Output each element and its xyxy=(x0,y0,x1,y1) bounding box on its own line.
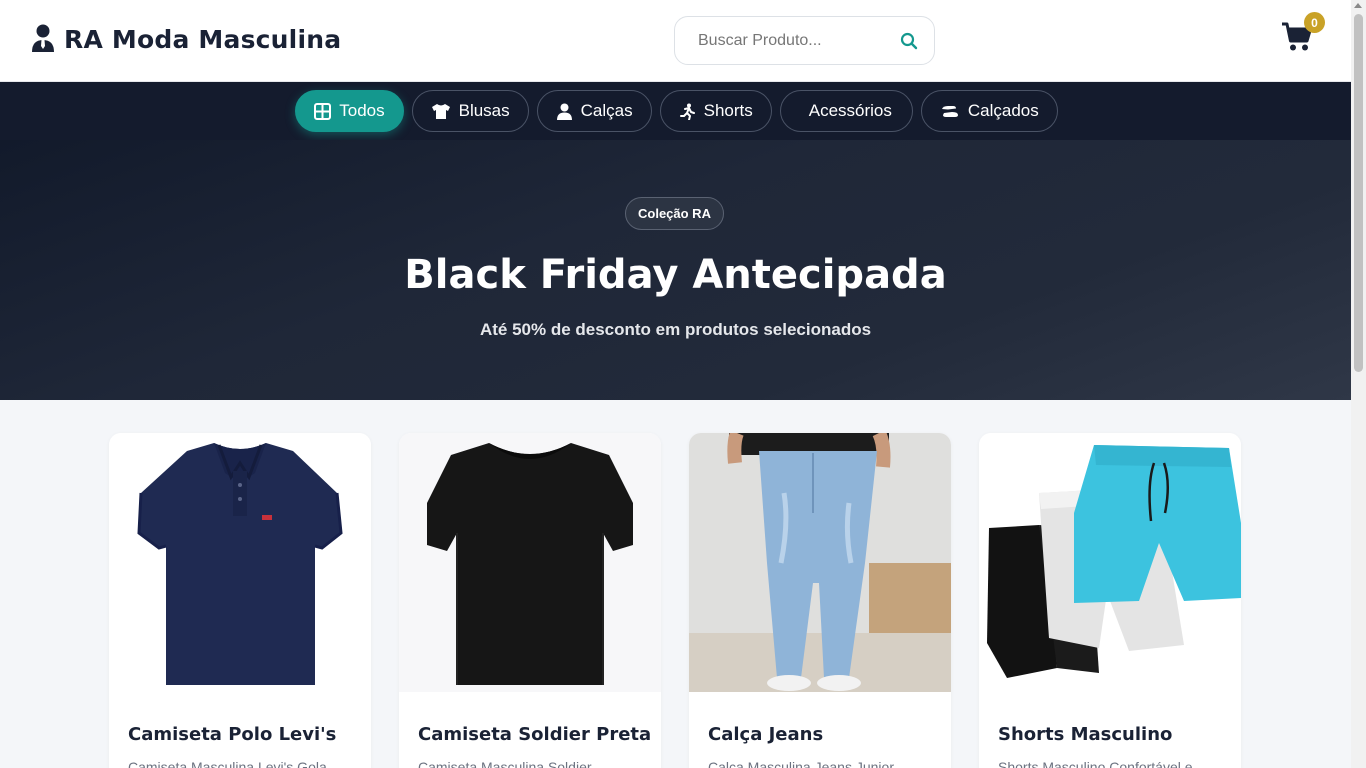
nav-item-label: Calças xyxy=(580,101,633,120)
product-card[interactable]: Camiseta Soldier Preta Camiseta Masculin… xyxy=(399,433,661,768)
product-title[interactable]: Camiseta Polo Levi's xyxy=(128,724,336,745)
brand-logo[interactable]: RA Moda Masculina xyxy=(30,24,341,54)
product-card[interactable]: Calça Jeans Calça Masculina Jeans Junior xyxy=(689,433,951,768)
page: RA Moda Masculina 0 Todos xyxy=(0,0,1351,768)
product-card[interactable]: Camiseta Polo Levi's Camiseta Masculina … xyxy=(109,433,371,768)
product-description: Camiseta Masculina Soldier xyxy=(418,759,592,768)
hero-subtitle: Até 50% de desconto em produtos selecion… xyxy=(479,320,872,339)
running-icon xyxy=(679,103,695,120)
user-icon xyxy=(556,103,572,120)
search-box xyxy=(674,16,935,65)
scrollbar-thumb[interactable] xyxy=(1354,14,1363,372)
site-header: RA Moda Masculina 0 xyxy=(0,0,1351,82)
nav-item-shorts[interactable]: Shorts xyxy=(659,90,772,132)
product-image-jeans[interactable] xyxy=(689,433,951,692)
brand-name: RA Moda Masculina xyxy=(64,24,342,54)
nav-item-label: Calçados xyxy=(967,101,1039,120)
nav-item-label: Todos xyxy=(339,101,385,120)
user-tie-icon xyxy=(32,24,54,52)
product-image-black-tshirt[interactable] xyxy=(399,433,661,692)
product-title[interactable]: Shorts Masculino xyxy=(998,724,1172,745)
nav-item-label: Acessórios xyxy=(808,101,892,120)
nav-item-label: Blusas xyxy=(458,101,510,120)
vertical-scrollbar[interactable] xyxy=(1351,0,1366,768)
hero-badge: Coleção RA xyxy=(625,197,724,230)
nav-item-label: Shorts xyxy=(703,101,753,120)
product-grid: Camiseta Polo Levi's Camiseta Masculina … xyxy=(109,433,1241,768)
search-icon[interactable] xyxy=(900,32,918,50)
product-description: Camiseta Masculina Levi's Gola xyxy=(128,759,327,768)
cart-count-badge: 0 xyxy=(1304,12,1325,33)
category-nav: Todos Blusas Calças Shorts Acessórios Ca… xyxy=(0,82,1351,140)
product-image-shorts[interactable] xyxy=(979,433,1241,692)
product-description: Shorts Masculino Confortável e xyxy=(998,759,1193,768)
tshirt-icon xyxy=(431,103,450,119)
product-title[interactable]: Camiseta Soldier Preta xyxy=(418,724,651,745)
nav-item-acessorios[interactable]: Acessórios xyxy=(779,90,913,132)
grid-icon xyxy=(314,102,332,120)
product-image-polo-shirt[interactable] xyxy=(109,433,371,692)
scroll-up-arrow-icon[interactable] xyxy=(1354,3,1362,8)
product-card[interactable]: Shorts Masculino Shorts Masculino Confor… xyxy=(979,433,1241,768)
shoe-icon xyxy=(941,105,958,117)
nav-item-calcados[interactable]: Calçados xyxy=(920,90,1058,132)
search-input[interactable] xyxy=(675,31,885,50)
nav-item-todos[interactable]: Todos xyxy=(295,90,404,132)
hero-banner: Coleção RA Black Friday Antecipada Até 5… xyxy=(0,140,1351,400)
nav-item-blusas[interactable]: Blusas xyxy=(411,90,529,132)
hero-title: Black Friday Antecipada xyxy=(404,252,947,298)
product-description: Calça Masculina Jeans Junior xyxy=(708,759,894,768)
nav-item-calcas[interactable]: Calças xyxy=(536,90,652,132)
product-title[interactable]: Calça Jeans xyxy=(708,724,823,745)
